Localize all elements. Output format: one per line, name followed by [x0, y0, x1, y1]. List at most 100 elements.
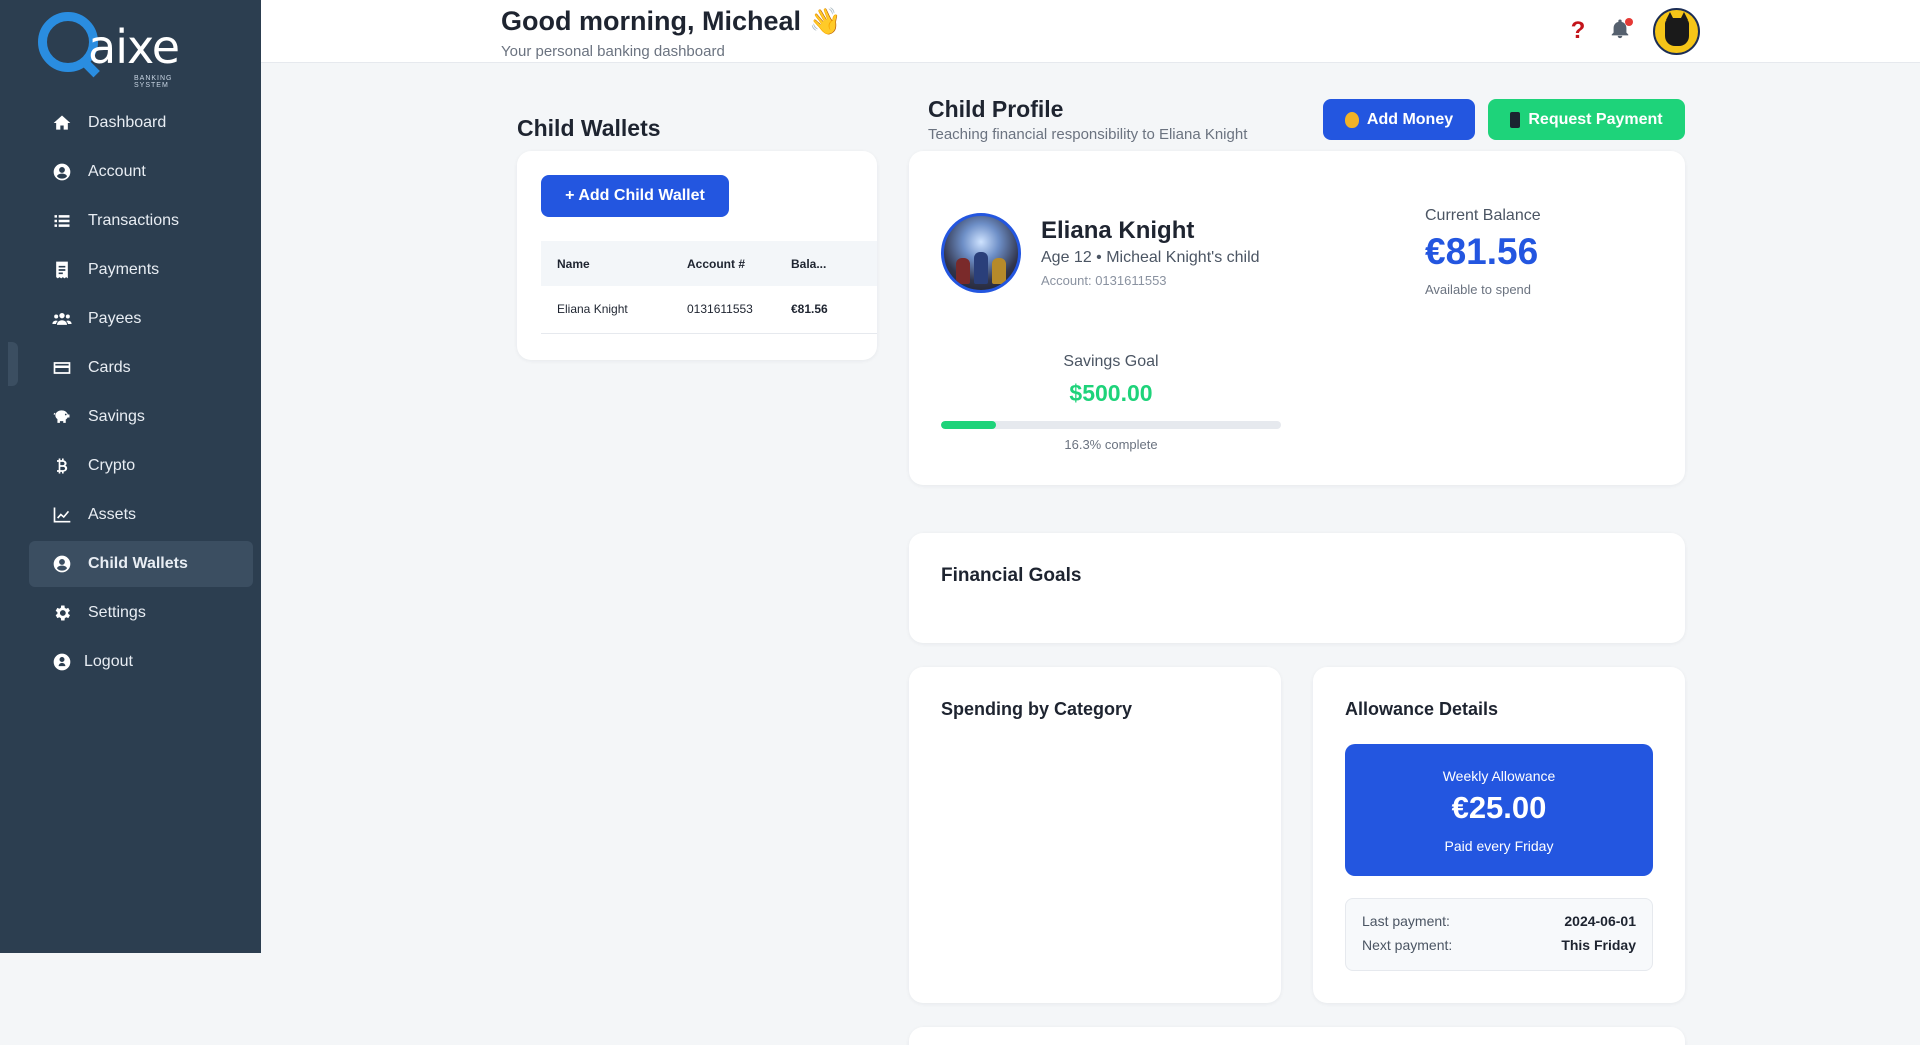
child-account-number: Account: 0131611553 [1041, 273, 1167, 288]
next-payment-label: Next payment: [1362, 937, 1453, 953]
money-bag-icon [1344, 111, 1359, 128]
chart-line-icon [51, 504, 73, 526]
sidebar-item-payees[interactable]: Payees [29, 296, 253, 342]
spending-by-category-card: Spending by Category [909, 667, 1281, 1003]
wallet-name-cell: Eliana Knight [541, 286, 671, 334]
last-payment-value: 2024-06-01 [1564, 913, 1636, 929]
sidebar-item-label: Dashboard [88, 114, 167, 131]
sidebar-item-label: Payments [88, 261, 160, 278]
sidebar-item-crypto[interactable]: Crypto [29, 443, 253, 489]
sidebar-item-savings[interactable]: Savings [29, 394, 253, 440]
batman-mask-icon [1665, 12, 1689, 46]
bitcoin-icon [51, 455, 73, 477]
sidebar-item-account[interactable]: Account [29, 149, 253, 195]
table-header-row: Name Account # Bala... [541, 241, 877, 286]
allowance-details-card: Allowance Details Weekly Allowance €25.0… [1313, 667, 1685, 1003]
bell-icon[interactable] [1609, 18, 1633, 42]
table-row[interactable]: Eliana Knight 0131611553 €81.56 [541, 286, 877, 334]
sidebar: aixe BANKING SYSTEM Dashboard Account Tr… [0, 0, 261, 953]
next-payment-row: Next payment: This Friday [1362, 937, 1636, 955]
sidebar-item-assets[interactable]: Assets [29, 492, 253, 538]
notification-dot [1625, 18, 1633, 26]
current-balance-label: Current Balance [1425, 207, 1541, 224]
add-money-button[interactable]: Add Money [1323, 99, 1475, 140]
brand-logo[interactable]: aixe BANKING SYSTEM [38, 12, 198, 89]
next-payment-value: This Friday [1561, 937, 1636, 953]
sidebar-item-cards[interactable]: Cards [29, 345, 253, 391]
weekly-allowance-amount: €25.00 [1451, 790, 1547, 825]
home-icon [51, 112, 73, 134]
sidebar-item-label: Cards [88, 359, 131, 376]
child-avatar [941, 213, 1021, 293]
last-payment-label: Last payment: [1362, 913, 1450, 929]
child-name: Eliana Knight [1041, 217, 1195, 244]
piggy-bank-icon [51, 406, 73, 428]
weekly-allowance-label: Weekly Allowance [1442, 768, 1556, 784]
balance-note: Available to spend [1425, 282, 1532, 297]
question-icon[interactable]: ? [1567, 18, 1589, 44]
sidebar-nav: Dashboard Account Transactions Payments … [29, 100, 253, 688]
user-circle-icon [51, 553, 73, 575]
avatar-figure [956, 258, 970, 284]
child-wallets-title: Child Wallets [517, 115, 661, 141]
sidebar-item-label: Transactions [88, 212, 179, 229]
child-profile-title: Child Profile [928, 96, 1064, 122]
wallet-account-cell: 0131611553 [671, 286, 781, 334]
waving-hand-icon: 👋 [809, 6, 842, 36]
sidebar-item-dashboard[interactable]: Dashboard [29, 100, 253, 146]
savings-goal-percent: 16.3% complete [1064, 437, 1158, 452]
child-profile-card: Eliana Knight Age 12 • Micheal Knight's … [909, 151, 1685, 485]
child-wallets-table: Name Account # Bala... Eliana Knight 013… [541, 241, 877, 334]
savings-goal-value: $500.00 [1069, 380, 1153, 406]
child-wallets-card: + Add Child Wallet Name Account # Bala..… [517, 151, 877, 360]
logo-wordmark: aixe [88, 20, 180, 74]
page-title: Good morning, Micheal 👋 [501, 6, 841, 37]
sidebar-collapse-handle[interactable] [8, 342, 18, 386]
sidebar-item-label: Crypto [88, 457, 136, 474]
sidebar-item-child-wallets[interactable]: Child Wallets [29, 541, 253, 587]
logo-tagline: BANKING SYSTEM [134, 75, 173, 89]
payment-schedule-box: Last payment: 2024-06-01 Next payment: T… [1345, 898, 1653, 971]
child-info: Age 12 • Micheal Knight's child [1041, 249, 1260, 266]
last-payment-row: Last payment: 2024-06-01 [1362, 913, 1636, 931]
add-money-label: Add Money [1366, 110, 1454, 128]
bottom-card [909, 1027, 1685, 1045]
sidebar-item-label: Settings [88, 604, 146, 621]
sidebar-item-label: Payees [88, 310, 142, 327]
sidebar-item-label: Savings [88, 408, 145, 425]
users-icon [51, 308, 73, 330]
user-circle-icon [51, 161, 73, 183]
sidebar-item-label: Account [88, 163, 146, 180]
savings-goal-progress-fill [941, 421, 997, 429]
weekly-allowance-box: Weekly Allowance €25.00 Paid every Frida… [1345, 744, 1653, 876]
column-header-balance[interactable]: Bala... [781, 241, 877, 286]
sidebar-item-transactions[interactable]: Transactions [29, 198, 253, 244]
sidebar-item-settings[interactable]: Settings [29, 590, 253, 636]
financial-goals-card: Financial Goals [909, 533, 1685, 643]
spending-by-category-title: Spending by Category [941, 699, 1133, 719]
sidebar-item-payments[interactable]: Payments [29, 247, 253, 293]
request-payment-button[interactable]: Request Payment [1488, 99, 1685, 140]
column-header-account[interactable]: Account # [671, 241, 781, 286]
savings-goal-label: Savings Goal [1063, 353, 1159, 370]
savings-goal-progress-bar [941, 421, 1281, 429]
list-icon [51, 210, 73, 232]
add-child-wallet-button[interactable]: + Add Child Wallet [541, 175, 729, 217]
avatar-figure [992, 258, 1006, 284]
receipt-icon [51, 259, 73, 281]
wallet-balance-cell: €81.56 [781, 286, 877, 334]
sidebar-item-label: Assets [88, 506, 137, 523]
allowance-details-title: Allowance Details [1345, 699, 1499, 719]
column-header-name[interactable]: Name [541, 241, 671, 286]
logout-icon [51, 651, 73, 673]
child-profile-subtitle: Teaching financial responsibility to Eli… [928, 126, 1248, 143]
request-payment-label: Request Payment [1528, 110, 1663, 128]
user-avatar[interactable] [1653, 8, 1700, 55]
financial-goals-title: Financial Goals [941, 565, 1082, 586]
phone-icon [1510, 111, 1521, 128]
current-balance-value: €81.56 [1425, 231, 1539, 272]
sidebar-item-logout[interactable]: Logout [29, 639, 253, 685]
sidebar-item-label: Logout [84, 653, 133, 670]
gear-icon [51, 602, 73, 624]
avatar-figure [974, 252, 988, 284]
